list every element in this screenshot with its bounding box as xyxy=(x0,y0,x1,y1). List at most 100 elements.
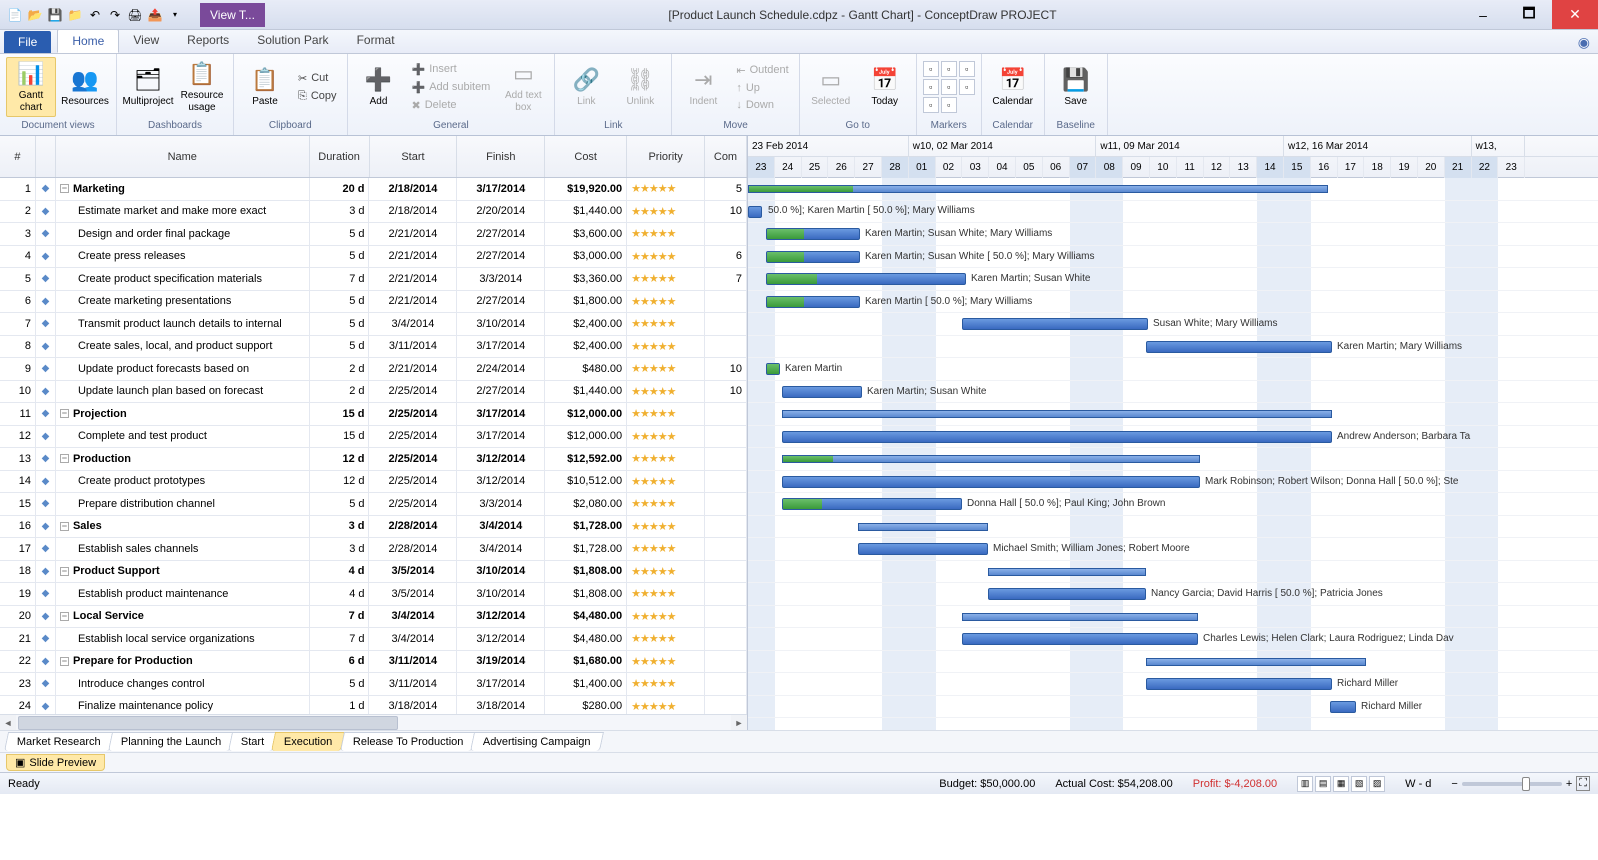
cell-finish[interactable]: 3/12/2014 xyxy=(457,606,545,628)
cell-finish[interactable]: 3/12/2014 xyxy=(457,628,545,650)
save-icon[interactable]: 💾 xyxy=(46,6,64,24)
table-row[interactable]: 12◆Complete and test product15 d2/25/201… xyxy=(0,426,747,449)
cell-finish[interactable]: 3/12/2014 xyxy=(457,448,545,470)
zoom-slider[interactable] xyxy=(1462,782,1562,786)
cell-finish[interactable]: 3/17/2014 xyxy=(457,403,545,425)
cell-finish[interactable]: 3/18/2014 xyxy=(457,696,545,715)
table-row[interactable]: 20◆−Local Service7 d3/4/20143/12/2014$4,… xyxy=(0,606,747,629)
cell-start[interactable]: 2/25/2014 xyxy=(369,471,457,493)
cell-priority[interactable]: ★★★★★ xyxy=(627,403,705,425)
cell-duration[interactable]: 5 d xyxy=(310,313,370,335)
marker-icon[interactable]: ▫ xyxy=(941,79,957,95)
sheet-tab[interactable]: Planning the Launch xyxy=(108,732,234,751)
link-button[interactable]: 🔗Link xyxy=(561,64,611,110)
cell-start[interactable]: 3/18/2014 xyxy=(369,696,457,715)
cell-duration[interactable]: 20 d xyxy=(310,178,370,200)
collapse-icon[interactable]: − xyxy=(60,454,69,463)
cell-cost[interactable]: $10,512.00 xyxy=(545,471,627,493)
cell-complete[interactable] xyxy=(705,291,747,313)
cell-name[interactable]: Transmit product launch details to inter… xyxy=(56,313,310,335)
cell-name[interactable]: Update launch plan based on forecast xyxy=(56,381,310,403)
cell-finish[interactable]: 3/12/2014 xyxy=(457,471,545,493)
gantt-row[interactable]: Karen Martin xyxy=(748,358,1598,381)
outdent-button[interactable]: ⇤ Outdent xyxy=(732,62,792,79)
up-button[interactable]: ↑ Up xyxy=(732,80,792,96)
cell-complete[interactable]: 10 xyxy=(705,358,747,380)
gantt-row[interactable]: 50.0 %]; Karen Martin [ 50.0 %]; Mary Wi… xyxy=(748,201,1598,224)
cell-name[interactable]: Prepare distribution channel xyxy=(56,493,310,515)
cell-finish[interactable]: 3/3/2014 xyxy=(457,493,545,515)
maximize-button[interactable]: 🗖 xyxy=(1506,0,1552,29)
cell-cost[interactable]: $3,000.00 xyxy=(545,246,627,268)
gantt-row[interactable]: Richard Miller xyxy=(748,696,1598,719)
task-bar[interactable]: Mark Robinson; Robert Wilson; Donna Hall… xyxy=(782,476,1200,488)
cell-duration[interactable]: 5 d xyxy=(310,673,370,695)
table-row[interactable]: 24◆Finalize maintenance policy1 d3/18/20… xyxy=(0,696,747,715)
cell-complete[interactable] xyxy=(705,493,747,515)
cell-complete[interactable] xyxy=(705,538,747,560)
cell-finish[interactable]: 3/4/2014 xyxy=(457,516,545,538)
cell-finish[interactable]: 3/17/2014 xyxy=(457,178,545,200)
view-icon[interactable]: ▧ xyxy=(1351,776,1367,792)
col-header-duration[interactable]: Duration xyxy=(310,136,370,177)
cell-complete[interactable] xyxy=(705,606,747,628)
marker-icon[interactable]: ▫ xyxy=(923,97,939,113)
cell-finish[interactable]: 2/27/2014 xyxy=(457,291,545,313)
cell-cost[interactable]: $12,592.00 xyxy=(545,448,627,470)
add-subitem-button[interactable]: ➕ Add subitem xyxy=(408,79,495,96)
tab-solution-park[interactable]: Solution Park xyxy=(243,29,342,53)
cell-duration[interactable]: 5 d xyxy=(310,223,370,245)
cell-priority[interactable]: ★★★★★ xyxy=(627,561,705,583)
tab-view[interactable]: View xyxy=(119,29,173,53)
cell-finish[interactable]: 2/27/2014 xyxy=(457,381,545,403)
print-icon[interactable]: 🖨 xyxy=(126,6,144,24)
gantt-row[interactable]: Karen Martin; Susan White xyxy=(748,381,1598,404)
table-row[interactable]: 11◆−Projection15 d2/25/20143/17/2014$12,… xyxy=(0,403,747,426)
cell-finish[interactable]: 3/10/2014 xyxy=(457,583,545,605)
cell-finish[interactable]: 3/3/2014 xyxy=(457,268,545,290)
copy-button[interactable]: ⎘ Copy xyxy=(294,88,341,105)
gantt-row[interactable]: Michael Smith; William Jones; Robert Moo… xyxy=(748,538,1598,561)
cell-complete[interactable] xyxy=(705,696,747,715)
cell-finish[interactable]: 3/17/2014 xyxy=(457,336,545,358)
cell-start[interactable]: 2/25/2014 xyxy=(369,403,457,425)
cell-priority[interactable]: ★★★★★ xyxy=(627,246,705,268)
cell-priority[interactable]: ★★★★★ xyxy=(627,448,705,470)
gantt-row[interactable]: Charles Lewis; Helen Clark; Laura Rodrig… xyxy=(748,628,1598,651)
cell-priority[interactable]: ★★★★★ xyxy=(627,673,705,695)
view-icon[interactable]: ▥ xyxy=(1297,776,1313,792)
gantt-chart-button[interactable]: 📊Gantt chart xyxy=(6,57,56,117)
cell-finish[interactable]: 2/27/2014 xyxy=(457,223,545,245)
open-icon[interactable]: 📂 xyxy=(26,6,44,24)
col-header-num[interactable]: # xyxy=(0,136,36,177)
marker-icon[interactable]: ▫ xyxy=(941,61,957,77)
cell-finish[interactable]: 3/10/2014 xyxy=(457,561,545,583)
task-bar[interactable]: Karen Martin; Susan White xyxy=(766,273,966,285)
view-icon[interactable]: ▨ xyxy=(1369,776,1385,792)
cell-name[interactable]: −Marketing xyxy=(56,178,310,200)
cell-name[interactable]: Establish product maintenance xyxy=(56,583,310,605)
gantt-row[interactable]: Richard Miller xyxy=(748,673,1598,696)
tab-home[interactable]: Home xyxy=(57,29,119,53)
summary-bar[interactable] xyxy=(1146,658,1366,666)
cell-priority[interactable]: ★★★★★ xyxy=(627,223,705,245)
cell-name[interactable]: Create sales, local, and product support xyxy=(56,336,310,358)
gantt-body[interactable]: 50.0 %]; Karen Martin [ 50.0 %]; Mary Wi… xyxy=(748,178,1598,730)
cell-name[interactable]: Create product prototypes xyxy=(56,471,310,493)
collapse-icon[interactable]: − xyxy=(60,567,69,576)
export-icon[interactable]: 📤 xyxy=(146,6,164,24)
tab-format[interactable]: Format xyxy=(343,29,409,53)
cell-cost[interactable]: $1,800.00 xyxy=(545,291,627,313)
gantt-row[interactable] xyxy=(748,403,1598,426)
down-button[interactable]: ↓ Down xyxy=(732,97,792,113)
table-row[interactable]: 5◆Create product specification materials… xyxy=(0,268,747,291)
task-bar[interactable]: Karen Martin; Susan White [ 50.0 %]; Mar… xyxy=(766,251,860,263)
gantt-row[interactable]: Karen Martin; Mary Williams xyxy=(748,336,1598,359)
cell-duration[interactable]: 3 d xyxy=(310,538,370,560)
today-button[interactable]: 📅Today xyxy=(860,64,910,110)
contextual-tab[interactable]: View T... xyxy=(200,3,265,27)
grid-hscroll[interactable]: ◄ ► xyxy=(0,714,747,730)
cell-name[interactable]: Create press releases xyxy=(56,246,310,268)
cell-finish[interactable]: 3/17/2014 xyxy=(457,426,545,448)
gantt-row[interactable]: Karen Martin; Susan White [ 50.0 %]; Mar… xyxy=(748,246,1598,269)
